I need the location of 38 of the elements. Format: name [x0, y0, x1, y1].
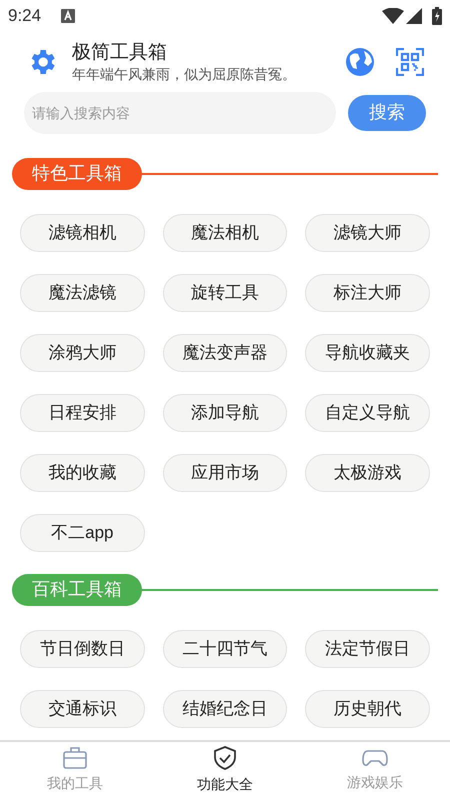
- tool-chip[interactable]: 应用市场: [162, 454, 288, 492]
- signal-icon: [406, 8, 422, 24]
- tool-chip[interactable]: 不二app: [20, 514, 145, 552]
- tool-chip[interactable]: 添加导航: [162, 394, 288, 432]
- tool-chip[interactable]: 标注大师: [305, 274, 430, 312]
- tool-chip[interactable]: 魔法相机: [162, 214, 288, 252]
- tool-chip[interactable]: 滤镜相机: [20, 214, 145, 252]
- tool-chip[interactable]: 涂鸦大师: [20, 334, 145, 372]
- briefcase-icon: [63, 747, 87, 770]
- tool-chip[interactable]: 太极游戏: [305, 454, 430, 492]
- search-field[interactable]: 请输入搜索内容: [24, 92, 336, 134]
- tool-chip[interactable]: 旋转工具: [162, 274, 288, 312]
- nav-tab[interactable]: 功能大全: [150, 742, 300, 800]
- notification-icon: [61, 8, 76, 23]
- qr-scan-icon[interactable]: [396, 48, 424, 76]
- tool-chip[interactable]: 结婚纪念日: [162, 690, 288, 728]
- app-subtitle: 年年端午风兼雨，似为屈原陈昔冤。: [72, 65, 297, 84]
- tool-chip[interactable]: 历史朝代: [305, 690, 430, 728]
- tool-chip[interactable]: 节日倒数日: [20, 630, 145, 668]
- section-header: 百科工具箱: [12, 574, 142, 606]
- status-time: 9:24: [8, 4, 42, 27]
- tool-chip[interactable]: 日程安排: [20, 394, 145, 432]
- section-header: 特色工具箱: [12, 158, 142, 190]
- tool-chip[interactable]: 魔法变声器: [162, 334, 288, 372]
- gamepad-icon: [362, 748, 388, 768]
- battery-icon: [432, 6, 442, 25]
- tool-chip[interactable]: 我的收藏: [20, 454, 145, 492]
- shield-check-icon: [214, 746, 236, 770]
- tool-chip[interactable]: 交通标识: [20, 690, 145, 728]
- globe-icon[interactable]: [344, 46, 376, 78]
- wifi-icon: [382, 8, 404, 24]
- tool-chip[interactable]: 法定节假日: [305, 630, 430, 668]
- tool-chip[interactable]: 自定义导航: [305, 394, 430, 432]
- app-title: 极简工具箱: [72, 41, 168, 66]
- tool-chip[interactable]: 滤镜大师: [305, 214, 430, 252]
- tool-chip[interactable]: 二十四节气: [162, 630, 288, 668]
- tool-chip[interactable]: 导航收藏夹: [305, 334, 430, 372]
- tool-chip[interactable]: 魔法滤镜: [20, 274, 145, 312]
